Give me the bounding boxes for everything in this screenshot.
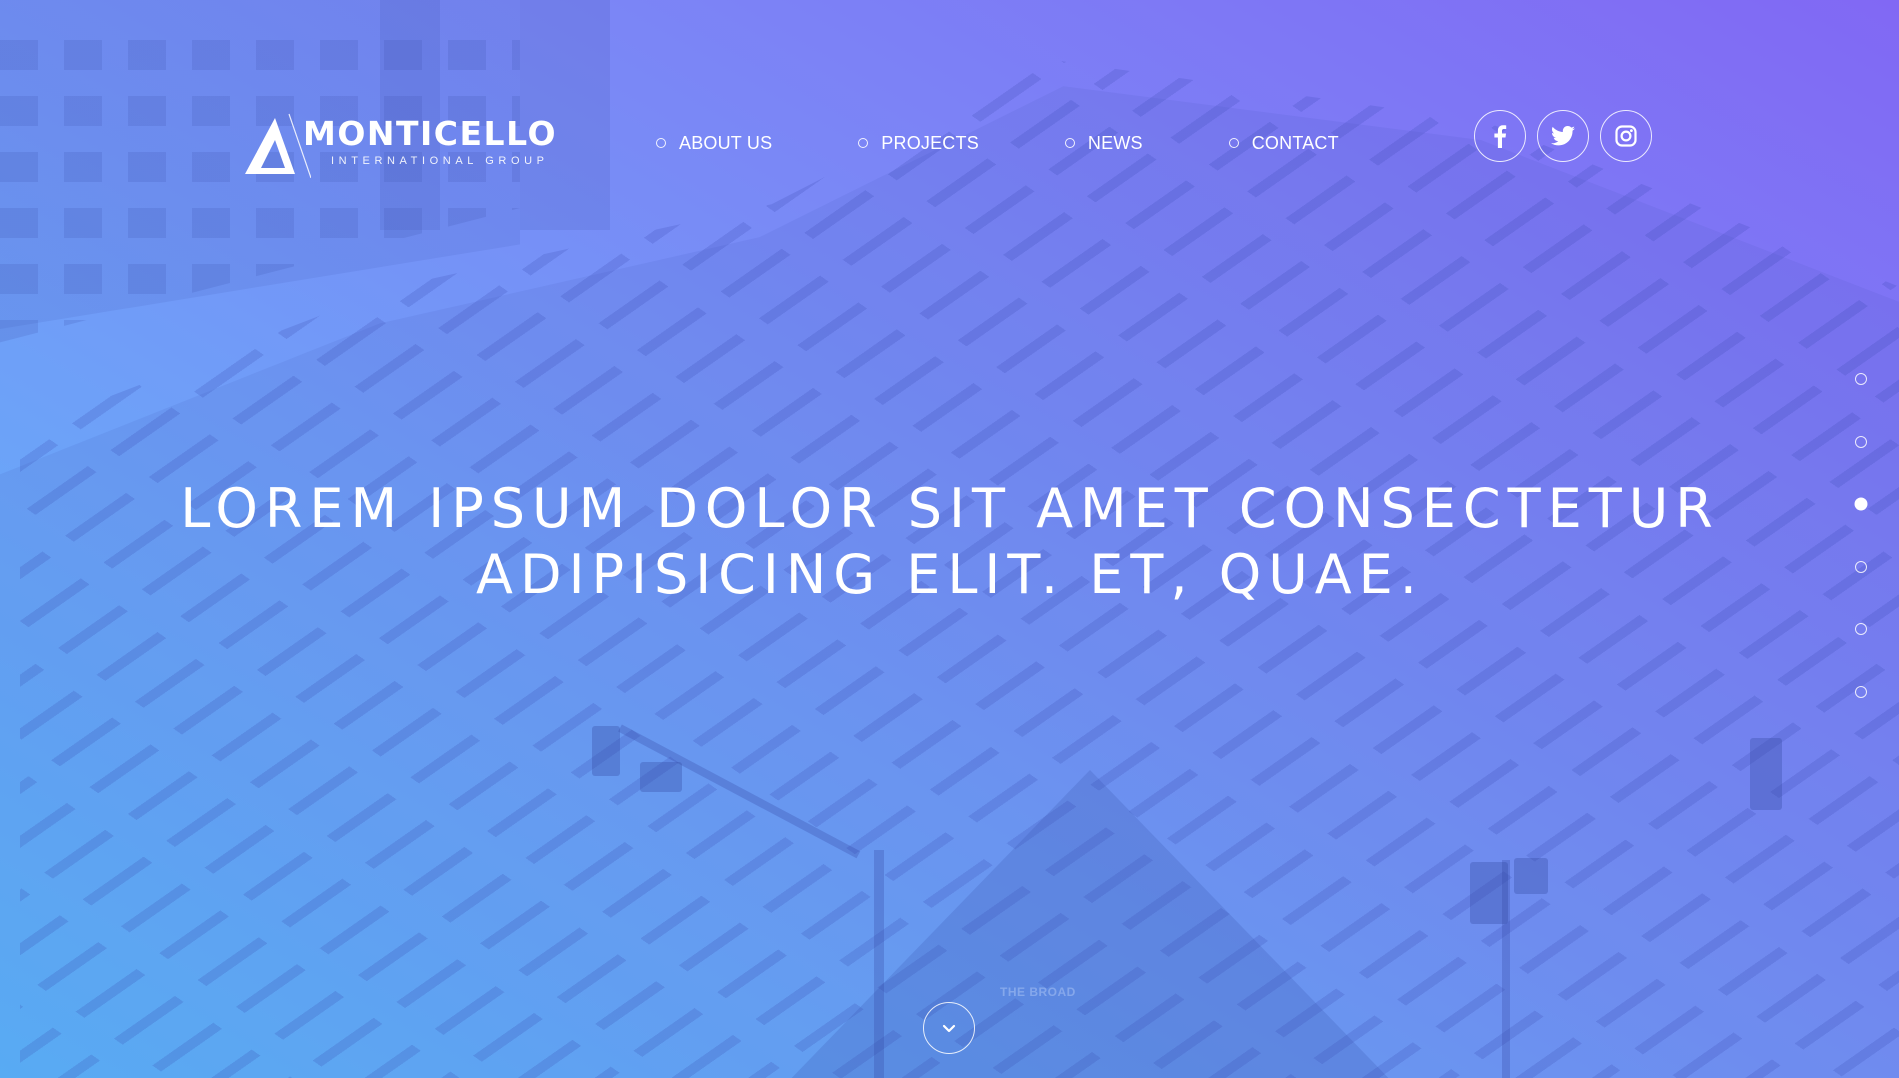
background-banner	[1470, 862, 1508, 924]
nav-item-about-us[interactable]: ABOUT US	[656, 133, 772, 154]
brand-tagline: INTERNATIONAL GROUP	[331, 155, 549, 167]
nav-item-label: ABOUT US	[679, 132, 773, 153]
pagination-dot[interactable]	[1855, 435, 1867, 448]
nav-item-projects[interactable]: PROJECTS	[858, 133, 979, 154]
circle-bullet-icon	[656, 138, 666, 148]
pagination-dot[interactable]	[1855, 560, 1867, 573]
circle-bullet-icon	[1228, 138, 1239, 148]
background-traffic-light	[1750, 738, 1782, 810]
hero-headline: LOREM IPSUM DOLOR SIT AMET CONSECTETUR A…	[100, 476, 1800, 608]
background-banner	[1514, 858, 1548, 894]
instagram-button[interactable]	[1600, 110, 1652, 162]
logo-mark-icon	[245, 113, 311, 178]
nav-item-label: PROJECTS	[881, 132, 979, 153]
instagram-icon	[1615, 125, 1637, 147]
circle-bullet-icon	[858, 138, 869, 148]
twitter-icon	[1551, 126, 1575, 146]
nav-item-news[interactable]: NEWS	[1064, 132, 1143, 154]
background-entrance	[780, 770, 1400, 1078]
brand-name: MONTICELLO	[303, 114, 557, 153]
chevron-down-icon	[942, 1024, 956, 1032]
nav-item-contact[interactable]: CONTACT	[1228, 132, 1339, 154]
nav-item-label: NEWS	[1087, 132, 1143, 153]
twitter-button[interactable]	[1537, 110, 1589, 162]
social-links	[1474, 110, 1652, 162]
pagination-dot[interactable]	[1855, 373, 1867, 385]
pagination-dot-active[interactable]	[1854, 497, 1868, 511]
hero-headline-line-2: ADIPISICING ELIT. ET, QUAE.	[476, 543, 1424, 606]
nav-item-label: CONTACT	[1251, 132, 1339, 153]
main-nav: ABOUT US PROJECTS NEWS CONTACT	[656, 130, 1339, 156]
hero-section: THE BROAD MONTICELLO INTERNATIONAL GROUP…	[0, 0, 1899, 1078]
scroll-down-button[interactable]	[923, 1002, 975, 1054]
facebook-button[interactable]	[1474, 110, 1526, 162]
background-traffic-light	[592, 726, 620, 776]
hero-headline-line-1: LOREM IPSUM DOLOR SIT AMET CONSECTETUR	[180, 477, 1720, 540]
background-street-pole	[874, 850, 884, 1078]
background-sign-text: THE BROAD	[1000, 985, 1076, 999]
pagination-dot[interactable]	[1855, 623, 1867, 635]
brand-logo[interactable]: MONTICELLO INTERNATIONAL GROUP	[243, 108, 556, 178]
section-pagination	[1854, 373, 1869, 748]
facebook-icon	[1494, 125, 1507, 148]
background-street-sign	[640, 762, 682, 792]
background-tower-windows	[0, 40, 520, 343]
background-tower	[0, 0, 520, 329]
circle-bullet-icon	[1064, 138, 1075, 148]
background-signal-arm	[618, 724, 861, 859]
pagination-dot[interactable]	[1855, 685, 1867, 698]
background-street-pole	[1502, 860, 1510, 1078]
